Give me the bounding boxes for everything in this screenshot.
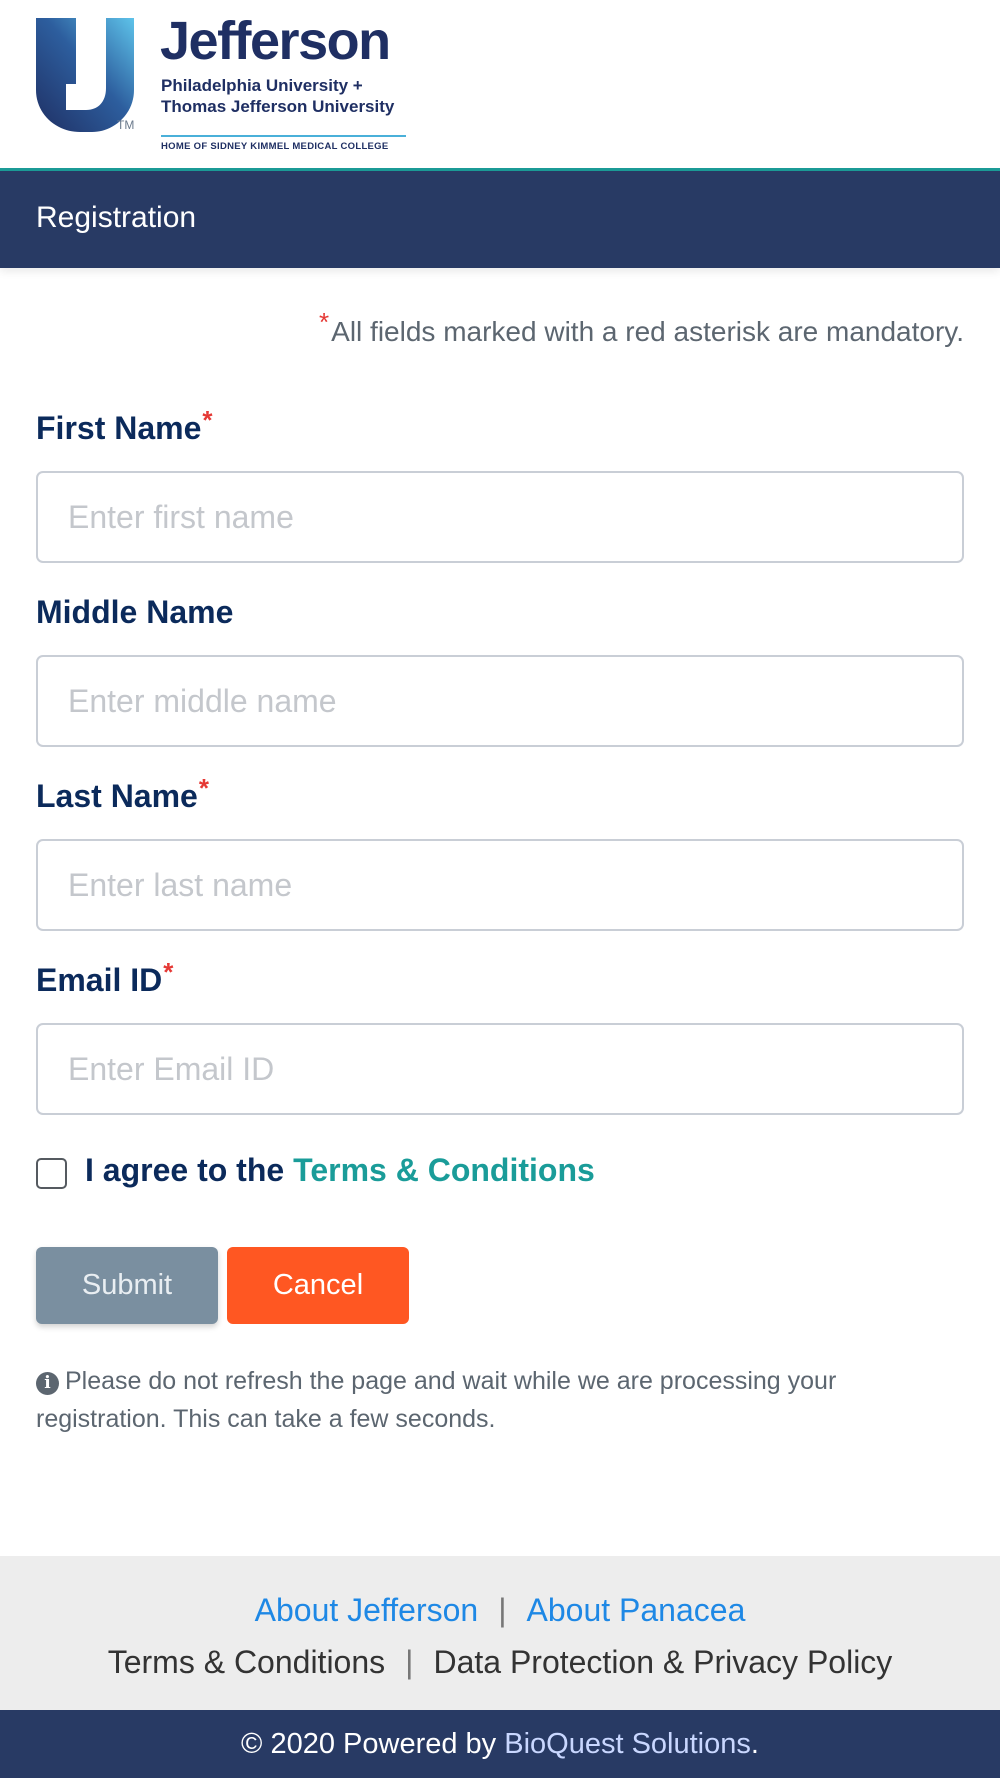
about-panacea-link[interactable]: About Panacea	[527, 1592, 746, 1628]
last-name-label-text: Last Name	[36, 778, 198, 814]
processing-info-note: i Please do not refresh the page and wait…	[36, 1362, 936, 1438]
about-jefferson-link[interactable]: About Jefferson	[255, 1592, 479, 1628]
info-icon: i	[36, 1372, 59, 1395]
middle-name-input[interactable]	[36, 655, 964, 747]
logo-subtitle-2: Thomas Jefferson University	[161, 97, 395, 116]
first-name-label: First Name*	[36, 405, 213, 447]
footer-links: About Jefferson | About Panacea Terms & Co…	[0, 1556, 1000, 1710]
required-asterisk: *	[163, 957, 174, 987]
first-name-label-text: First Name	[36, 410, 202, 446]
copyright-text: © 2020 Powered by BioQuest Solutions.	[241, 1728, 759, 1760]
mandatory-note: *All fields marked with a red asterisk a…	[318, 307, 964, 348]
privacy-policy-link[interactable]: Data Protection & Privacy Policy	[433, 1644, 892, 1680]
logo-tagline: HOME OF SIDNEY KIMMEL MEDICAL COLLEGE	[161, 141, 389, 152]
footer-separator: |	[498, 1592, 507, 1628]
footer-policy-row: Terms & Conditions | Data Protection & Pri…	[0, 1644, 1000, 1681]
trademark-label: TM	[117, 118, 135, 132]
footer-terms-link[interactable]: Terms & Conditions	[108, 1644, 385, 1680]
footer-separator: |	[405, 1644, 414, 1680]
submit-button[interactable]: Submit	[36, 1247, 218, 1324]
agree-label: I agree to the	[85, 1151, 285, 1188]
last-name-label: Last Name*	[36, 773, 209, 815]
terms-checkbox[interactable]	[36, 1157, 67, 1189]
required-asterisk: *	[319, 307, 330, 337]
middle-name-label-text: Middle Name	[36, 594, 234, 630]
cancel-button[interactable]: Cancel	[227, 1247, 409, 1324]
email-field[interactable]	[36, 1023, 964, 1115]
required-asterisk: *	[202, 405, 213, 435]
first-name-input[interactable]	[36, 471, 964, 563]
email-label-text: Email ID	[36, 962, 163, 998]
middle-name-label: Middle Name	[36, 594, 233, 631]
info-note-text: Please do not refresh the page and wait …	[36, 1367, 837, 1433]
page-title: Registration	[36, 201, 197, 234]
last-name-input[interactable]	[36, 839, 964, 931]
terms-conditions-link[interactable]: Terms & Conditions	[293, 1152, 595, 1189]
bioquest-link[interactable]: BioQuest Solutions	[504, 1728, 751, 1760]
terms-agreement-row: I agree to the Terms & Conditions	[36, 1148, 595, 1192]
required-asterisk: *	[198, 773, 209, 803]
page-title-bar: Registration	[0, 171, 1000, 268]
email-label: Email ID*	[36, 957, 173, 999]
footer-bar: © 2020 Powered by BioQuest Solutions.	[0, 1710, 1000, 1778]
logo-wordmark: Jefferson	[160, 11, 391, 71]
jefferson-shield-icon	[36, 18, 134, 132]
logo-divider	[161, 135, 406, 137]
logo-subtitle-1: Philadelphia University +	[161, 76, 363, 95]
footer-about-row: About Jefferson | About Panacea	[0, 1592, 1000, 1629]
copyright-prefix: © 2020 Powered by	[241, 1728, 497, 1760]
site-header: TM Jefferson Philadelphia University + T…	[0, 0, 1000, 168]
copyright-suffix: .	[750, 1728, 759, 1760]
mandatory-note-text: All fields marked with a red asterisk ar…	[331, 316, 964, 347]
